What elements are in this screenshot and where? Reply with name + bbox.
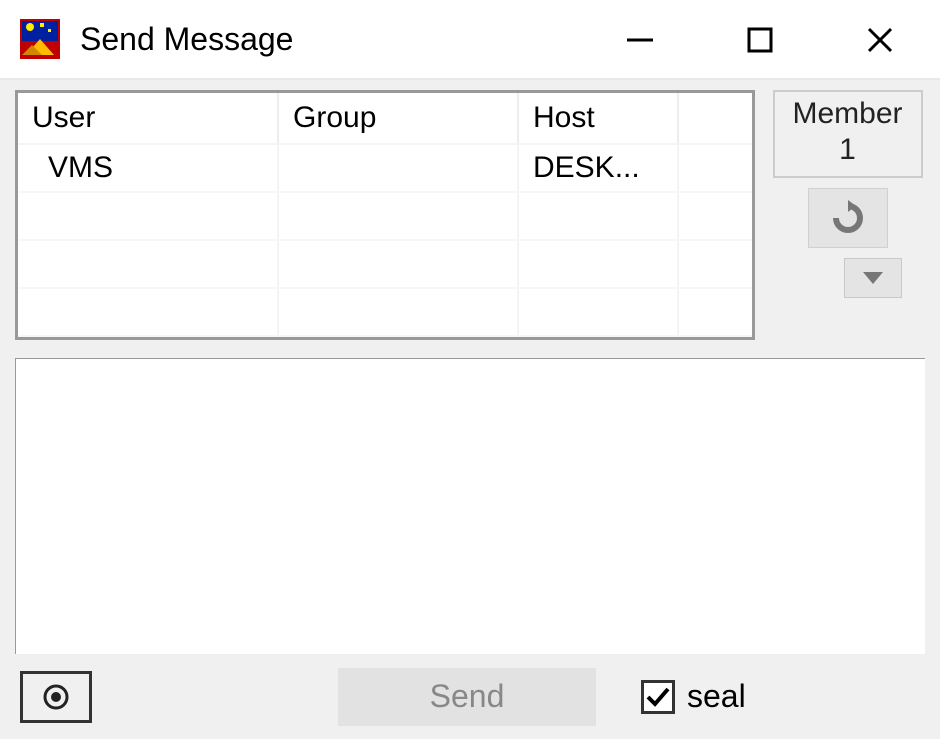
cell-spacer: [678, 144, 753, 192]
table-row[interactable]: [18, 288, 753, 336]
table-row[interactable]: VMS DESK...: [18, 144, 753, 192]
attach-button[interactable]: [20, 671, 92, 723]
attach-icon: [41, 682, 71, 712]
cell-group: [278, 144, 518, 192]
col-header-group[interactable]: Group: [278, 93, 518, 144]
close-icon: [865, 25, 895, 55]
member-count: 1: [775, 132, 921, 168]
member-count-box: Member 1: [773, 90, 923, 178]
table-header-row: User Group Host: [18, 93, 753, 144]
refresh-button[interactable]: [808, 188, 888, 248]
seal-option: seal: [641, 678, 746, 715]
window-controls: [580, 0, 940, 78]
side-column: Member 1: [770, 90, 925, 340]
message-input[interactable]: [15, 358, 925, 654]
member-label: Member: [775, 96, 921, 132]
content-area: User Group Host VMS DESK...: [0, 80, 940, 654]
send-button[interactable]: Send: [338, 668, 596, 726]
col-header-user[interactable]: User: [18, 93, 278, 144]
window-title: Send Message: [80, 21, 580, 58]
check-icon: [645, 684, 671, 710]
col-header-host[interactable]: Host: [518, 93, 678, 144]
table-row[interactable]: [18, 192, 753, 240]
bottom-bar: Send seal: [0, 654, 940, 739]
maximize-icon: [745, 25, 775, 55]
table-row[interactable]: [18, 240, 753, 288]
recipient-table[interactable]: User Group Host VMS DESK...: [15, 90, 755, 340]
top-row: User Group Host VMS DESK...: [15, 90, 925, 340]
app-icon: [20, 19, 60, 59]
seal-checkbox[interactable]: [641, 680, 675, 714]
titlebar: Send Message: [0, 0, 940, 80]
minimize-icon: [625, 25, 655, 55]
cell-user: VMS: [18, 144, 278, 192]
chevron-down-icon: [861, 270, 885, 286]
close-button[interactable]: [820, 0, 940, 80]
dropdown-button[interactable]: [844, 258, 902, 298]
cell-host: DESK...: [518, 144, 678, 192]
minimize-button[interactable]: [580, 0, 700, 80]
seal-label: seal: [687, 678, 746, 715]
maximize-button[interactable]: [700, 0, 820, 80]
refresh-icon: [830, 200, 866, 236]
col-header-spacer: [678, 93, 753, 144]
